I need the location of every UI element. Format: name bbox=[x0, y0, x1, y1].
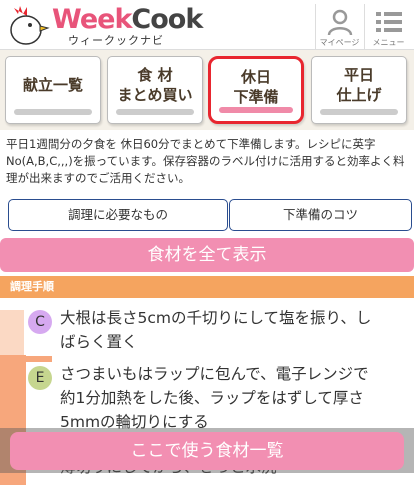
show-all-ingredients-button[interactable]: 食材を全て表示 bbox=[0, 238, 414, 272]
cooking-needs-button[interactable]: 調理に必要なもの bbox=[8, 199, 228, 231]
step-text: 大根は長さ5cmの千切りにして塩を振り、しばらく置く bbox=[60, 309, 372, 351]
step-letter-badge: C bbox=[28, 310, 52, 334]
mypage-button[interactable]: マイページ bbox=[315, 4, 363, 50]
tab-indicator bbox=[14, 109, 92, 115]
tab-indicator bbox=[320, 109, 398, 115]
step-item: E さつまいもはラップに包んで、電子レンジで約1分加熱をした後、ラップをはずして… bbox=[26, 362, 414, 432]
tab-indicator bbox=[116, 109, 194, 115]
prep-tips-button[interactable]: 下準備のコツ bbox=[229, 199, 412, 231]
tab-bulk-shopping[interactable]: 食 材 まとめ買い bbox=[107, 56, 203, 124]
mypage-label: マイページ bbox=[319, 38, 360, 47]
app-header: WeekCook ウィークックナビ マイページ メニュー bbox=[0, 0, 414, 50]
tab-holiday-prep[interactable]: 休日 下準備 bbox=[208, 56, 304, 124]
tab-indicator bbox=[219, 107, 293, 113]
section-tabs: 献立一覧 食 材 まとめ買い 休日 下準備 平日 仕上げ bbox=[0, 50, 414, 130]
section-header: 調理手順 bbox=[0, 276, 414, 298]
step-letter-badge: E bbox=[28, 366, 52, 390]
logo-subtitle: ウィークックナビ bbox=[68, 34, 164, 47]
ingredients-here-button[interactable]: ここで使う食材一覧 bbox=[10, 432, 404, 470]
tab-weekday-finish[interactable]: 平日 仕上げ bbox=[311, 56, 407, 124]
tab-label: 休日 下準備 bbox=[233, 68, 279, 106]
menu-button[interactable]: メニュー bbox=[364, 4, 412, 50]
step-text: さつまいもはラップに包んで、電子レンジで約1分加熱をした後、ラップをはずして厚さ… bbox=[60, 365, 369, 431]
step-item: C 大根は長さ5cmの千切りにして塩を振り、しばらく置く bbox=[26, 306, 414, 356]
page-description: 平日1週間分の夕食を 休日60分でまとめて下準備します。レシピに英字No(A,B… bbox=[6, 137, 405, 185]
menu-label: メニュー bbox=[372, 38, 405, 47]
chick-logo-icon bbox=[10, 6, 50, 45]
tab-label: 食 材 まとめ買い bbox=[117, 66, 193, 104]
user-icon bbox=[327, 9, 352, 36]
tab-label: 献立一覧 bbox=[22, 76, 83, 94]
weekcook-logo[interactable]: WeekCook ウィークックナビ bbox=[6, 2, 203, 48]
list-menu-icon bbox=[375, 12, 402, 32]
tab-menu-list[interactable]: 献立一覧 bbox=[5, 56, 101, 124]
tab-label: 平日 仕上げ bbox=[336, 66, 382, 104]
